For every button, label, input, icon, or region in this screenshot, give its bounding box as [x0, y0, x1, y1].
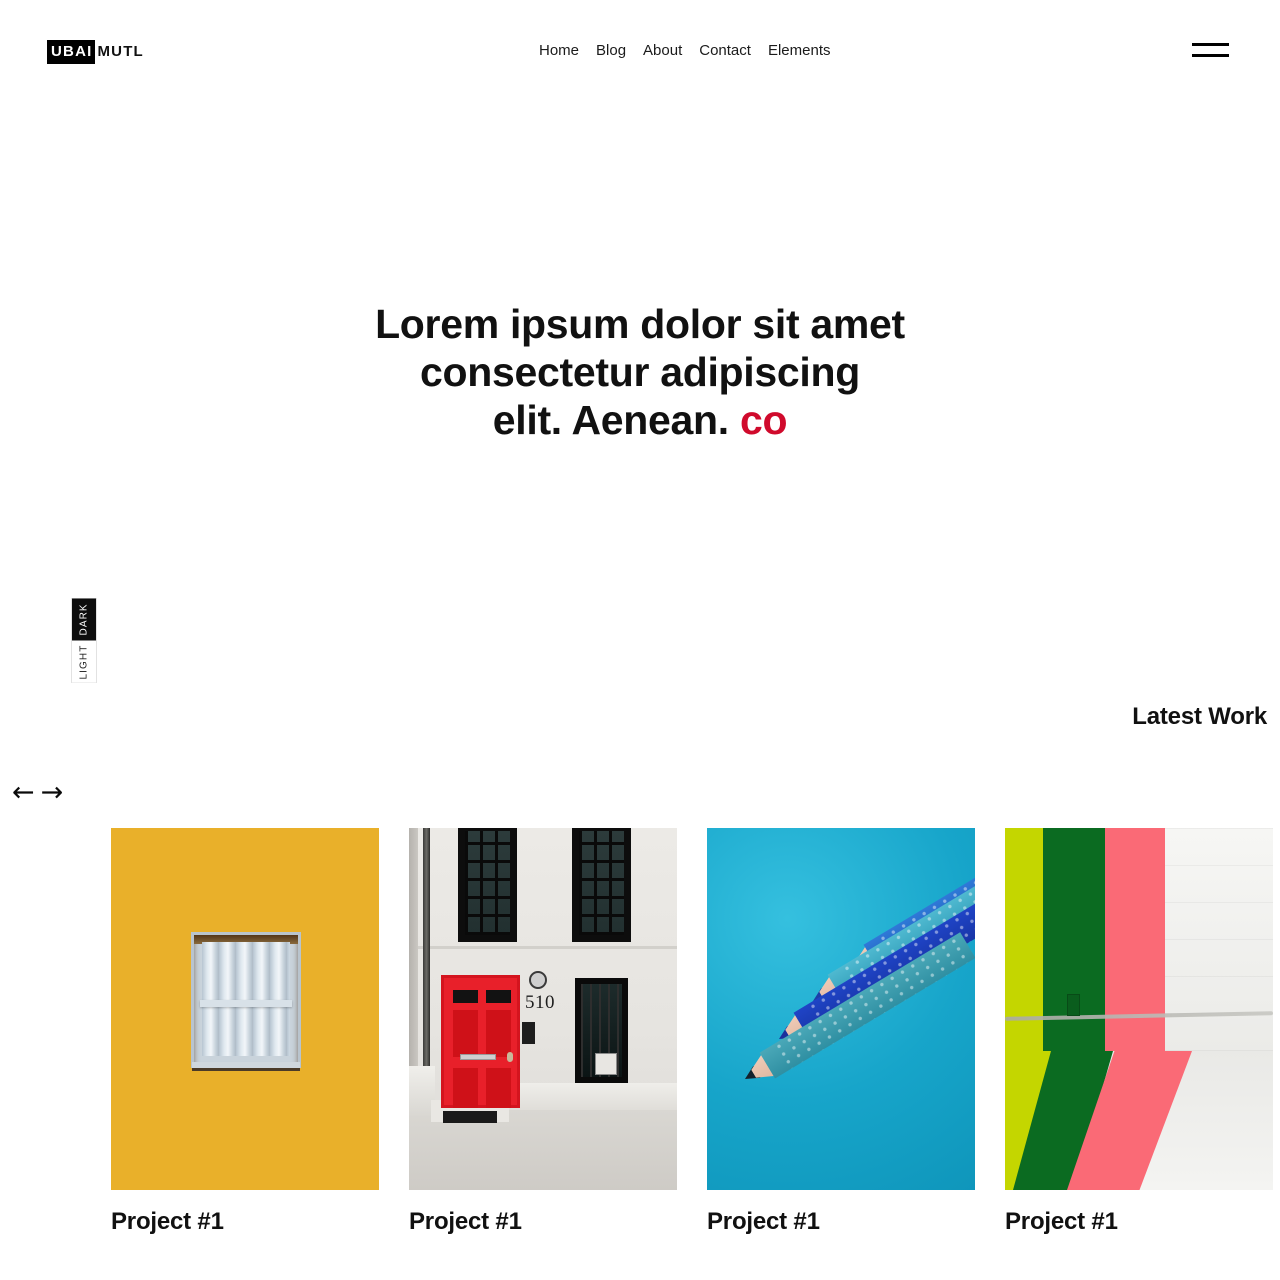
- door-number-text: 510: [525, 992, 555, 1013]
- window-rail-shape: [200, 1000, 292, 1007]
- theme-option-dark[interactable]: DARK: [72, 599, 96, 641]
- theme-switcher[interactable]: DARK LIGHT: [71, 598, 97, 683]
- nav-item-blog[interactable]: Blog: [596, 41, 643, 60]
- hero-line-1: Lorem ipsum dolor sit amet: [375, 301, 905, 347]
- door-panel-shape: [486, 1068, 511, 1108]
- project-thumbnail-blue-colored-pencils[interactable]: [707, 828, 975, 1190]
- wall-lamp-shape: [529, 971, 547, 989]
- upper-window-left-shape: [458, 828, 517, 942]
- portfolio-card-title: Project #1: [1005, 1208, 1118, 1235]
- portfolio-card-title: Project #1: [409, 1208, 522, 1235]
- carousel-controls: ← →: [12, 779, 63, 807]
- facade-band-shape: [409, 946, 677, 949]
- window-louvers-shape: [202, 942, 290, 1056]
- main-navigation: Home Blog About Contact Elements: [539, 41, 847, 60]
- window-frame-shape: [191, 932, 301, 1071]
- hamburger-bar-bottom: [1192, 54, 1229, 57]
- hero-typed-text: co: [739, 397, 788, 443]
- nav-item-about[interactable]: About: [643, 41, 699, 60]
- concrete-ledge-shape: [507, 1083, 677, 1113]
- window-panes-shape: [465, 831, 510, 935]
- site-logo[interactable]: UBAI MUTL: [47, 40, 146, 64]
- page-title: Lorem ipsum dolor sit amet consectetur a…: [0, 300, 1280, 444]
- project-thumbnail-yellow-wall-window[interactable]: [111, 828, 379, 1190]
- letterbox-shape: [460, 1054, 496, 1060]
- portfolio-carousel: Project #1 510 Project #1 Project #1 Pro…: [111, 828, 1273, 1239]
- site-header: UBAI MUTL Home Blog About Contact Element…: [0, 0, 1280, 100]
- page-root: UBAI MUTL Home Blog About Contact Element…: [0, 0, 1280, 1280]
- nav-item-contact[interactable]: Contact: [699, 41, 768, 60]
- portfolio-card[interactable]: Project #1: [707, 828, 975, 1239]
- door-panel-shape: [453, 1068, 478, 1108]
- window-sill-shape: [192, 1062, 300, 1071]
- window-panes-shape: [579, 831, 624, 935]
- lower-barred-window-shape: [575, 978, 628, 1083]
- upper-window-right-shape: [572, 828, 631, 942]
- arrow-left-icon[interactable]: ←: [12, 779, 35, 807]
- project-thumbnail-painted-stripes-wall[interactable]: [1005, 828, 1273, 1190]
- section-title-latest-work: Latest Work: [1132, 703, 1267, 730]
- logo-text: MUTL: [97, 43, 144, 60]
- door-mat-shape: [443, 1111, 497, 1123]
- door-panel-shape: [453, 990, 478, 1003]
- intercom-shape: [522, 1022, 535, 1044]
- hero-line-3: elit. Aenean.: [492, 397, 729, 443]
- hamburger-icon[interactable]: [1192, 43, 1229, 57]
- nav-item-elements[interactable]: Elements: [768, 41, 848, 60]
- door-panel-shape: [453, 1010, 478, 1057]
- portfolio-card[interactable]: Project #1: [111, 828, 379, 1239]
- portfolio-card[interactable]: Project #1: [1005, 828, 1273, 1239]
- project-thumbnail-white-facade-red-door[interactable]: 510: [409, 828, 677, 1190]
- portfolio-card-title: Project #1: [707, 1208, 820, 1235]
- theme-option-light[interactable]: LIGHT: [72, 640, 96, 682]
- drainpipe-shape: [423, 828, 430, 1066]
- hamburger-bar-top: [1192, 43, 1229, 46]
- hero-section: Lorem ipsum dolor sit amet consectetur a…: [0, 300, 1280, 444]
- hero-line-2: consectetur adipiscing: [420, 349, 860, 395]
- door-panel-shape: [486, 990, 511, 1003]
- nav-item-home[interactable]: Home: [539, 41, 596, 60]
- portfolio-card[interactable]: 510 Project #1: [409, 828, 677, 1239]
- window-box-shape: [595, 1053, 617, 1075]
- arrow-right-icon[interactable]: →: [41, 779, 64, 807]
- logo-mark: UBAI: [47, 40, 96, 64]
- door-handle-shape: [507, 1052, 513, 1062]
- portfolio-card-title: Project #1: [111, 1208, 224, 1235]
- door-panel-shape: [486, 1010, 511, 1057]
- electrical-box-shape: [1067, 994, 1080, 1016]
- red-door-shape: [441, 975, 520, 1108]
